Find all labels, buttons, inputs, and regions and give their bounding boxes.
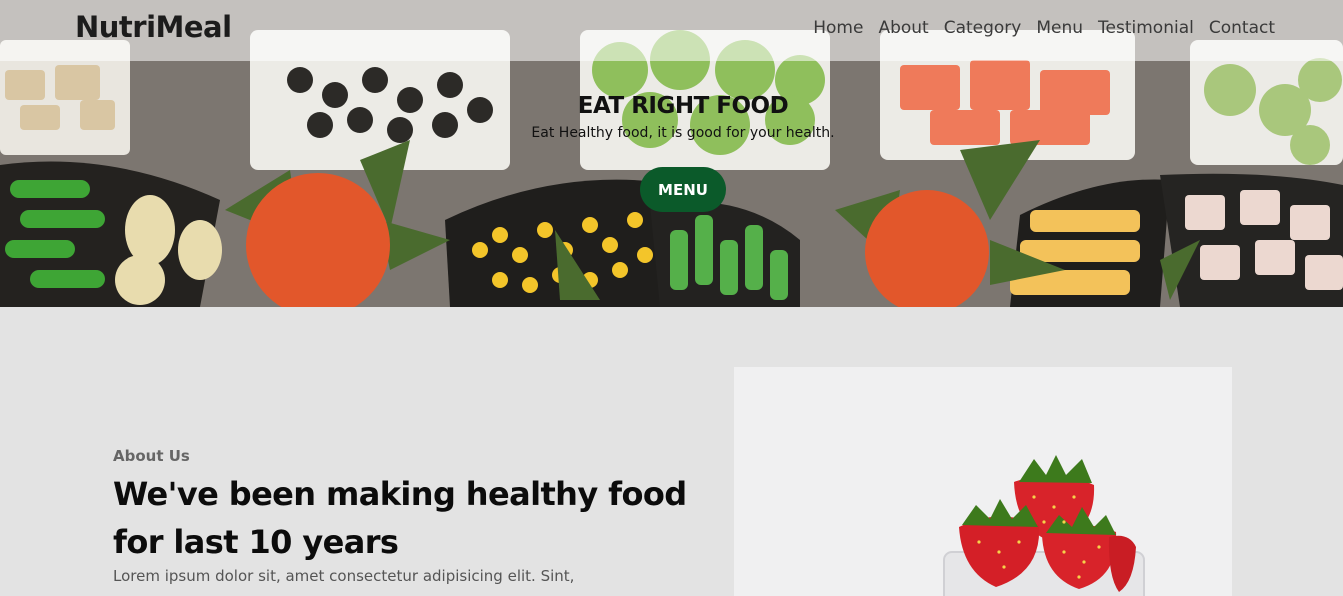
about-heading: We've been making healthy food for last … <box>113 475 687 561</box>
nav-menu[interactable]: Menu <box>1036 18 1083 38</box>
hero-subtitle: Eat Healthy food, it is good for your he… <box>531 125 835 141</box>
top-navbar: NutriMeal Home About Category Menu Testi… <box>0 0 1343 61</box>
hero-title: EAT RIGHT FOOD <box>577 93 789 119</box>
nav-home[interactable]: Home <box>813 18 863 38</box>
brand-logo[interactable]: NutriMeal <box>75 10 232 44</box>
nav-contact[interactable]: Contact <box>1209 18 1275 38</box>
nav-testimonial[interactable]: Testimonial <box>1098 18 1194 38</box>
strawberries-image <box>734 367 1232 596</box>
nav-category[interactable]: Category <box>944 18 1022 38</box>
about-kicker: About Us <box>113 447 190 465</box>
nav-links: Home About Category Menu Testimonial Con… <box>813 18 1275 38</box>
strawberries-illustration <box>734 367 1232 596</box>
hero-text-block: EAT RIGHT FOOD Eat Healthy food, it is g… <box>0 93 1343 141</box>
menu-button[interactable]: MENU <box>640 167 726 212</box>
hero-banner: NutriMeal Home About Category Menu Testi… <box>0 0 1343 307</box>
nav-about[interactable]: About <box>878 18 928 38</box>
about-body-text: Lorem ipsum dolor sit, amet consectetur … <box>113 567 575 585</box>
